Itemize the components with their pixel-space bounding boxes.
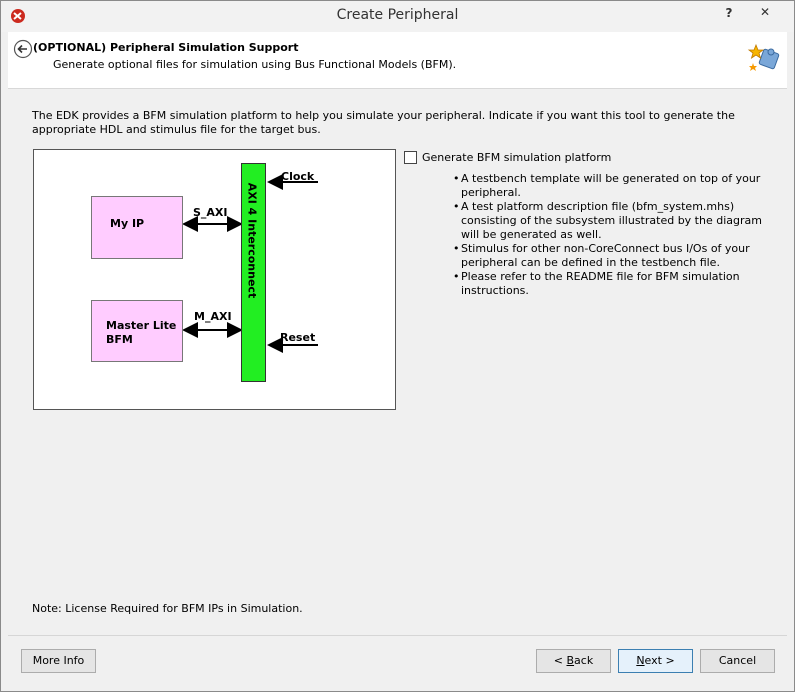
back-button-label: ack	[574, 654, 594, 667]
content-area: The EDK provides a BFM simulation platfo…	[8, 90, 787, 635]
master-lite-label-2: BFM	[106, 333, 133, 346]
dialog-window: Create Peripheral ? ✕ (OPTIONAL) Periphe…	[0, 0, 795, 692]
back-arrow-icon[interactable]	[13, 39, 33, 59]
bfm-info-list: A testbench template will be generated o…	[453, 172, 773, 298]
list-item: A testbench template will be generated o…	[453, 172, 773, 200]
s-axi-label: S_AXI	[193, 206, 228, 219]
cancel-button[interactable]: Cancel	[700, 649, 775, 673]
master-lite-bfm-block: Master Lite BFM	[91, 300, 183, 362]
more-info-button[interactable]: More Info	[21, 649, 96, 673]
help-button[interactable]: ?	[718, 2, 740, 24]
intro-text: The EDK provides a BFM simulation platfo…	[32, 109, 735, 136]
bfm-diagram: My IP Master Lite BFM AXI 4 Interconnect…	[33, 149, 396, 410]
master-lite-label-1: Master Lite	[106, 319, 177, 332]
list-item: Please refer to the README file for BFM …	[453, 270, 773, 298]
clock-label: Clock	[281, 170, 315, 183]
list-item: A test platform description file (bfm_sy…	[453, 200, 773, 242]
axi4-interconnect-label: AXI 4 Interconnect	[245, 182, 259, 299]
next-button[interactable]: Next >	[618, 649, 693, 673]
next-button-mnemonic: N	[636, 654, 645, 667]
wizard-puzzle-icon	[747, 43, 780, 71]
wizard-header: (OPTIONAL) Peripheral Simulation Support…	[8, 32, 787, 89]
generate-bfm-checkbox[interactable]	[404, 151, 417, 164]
generate-bfm-label[interactable]: Generate BFM simulation platform	[422, 151, 611, 164]
list-item: Stimulus for other non-CoreConnect bus I…	[453, 242, 773, 270]
my-ip-label: My IP	[110, 217, 145, 230]
reset-label: Reset	[280, 331, 316, 344]
back-button-prefix: <	[553, 654, 567, 667]
license-note: Note: License Required for BFM IPs in Si…	[32, 602, 303, 615]
axi4-interconnect-bus: AXI 4 Interconnect	[241, 163, 266, 382]
next-button-label: ext >	[644, 654, 675, 667]
back-button[interactable]: < Back	[536, 649, 611, 673]
close-button[interactable]: ✕	[742, 2, 788, 23]
my-ip-block: My IP	[91, 196, 183, 259]
footer-divider	[8, 635, 787, 636]
title-bar: Create Peripheral ? ✕	[1, 1, 794, 32]
back-button-mnemonic: B	[566, 654, 575, 667]
diagram-arrows	[182, 174, 318, 353]
m-axi-label: M_AXI	[194, 310, 232, 323]
window-title: Create Peripheral	[336, 7, 459, 23]
page-subtitle: Generate optional files for simulation u…	[53, 58, 457, 71]
page-title: (OPTIONAL) Peripheral Simulation Support	[33, 41, 299, 54]
